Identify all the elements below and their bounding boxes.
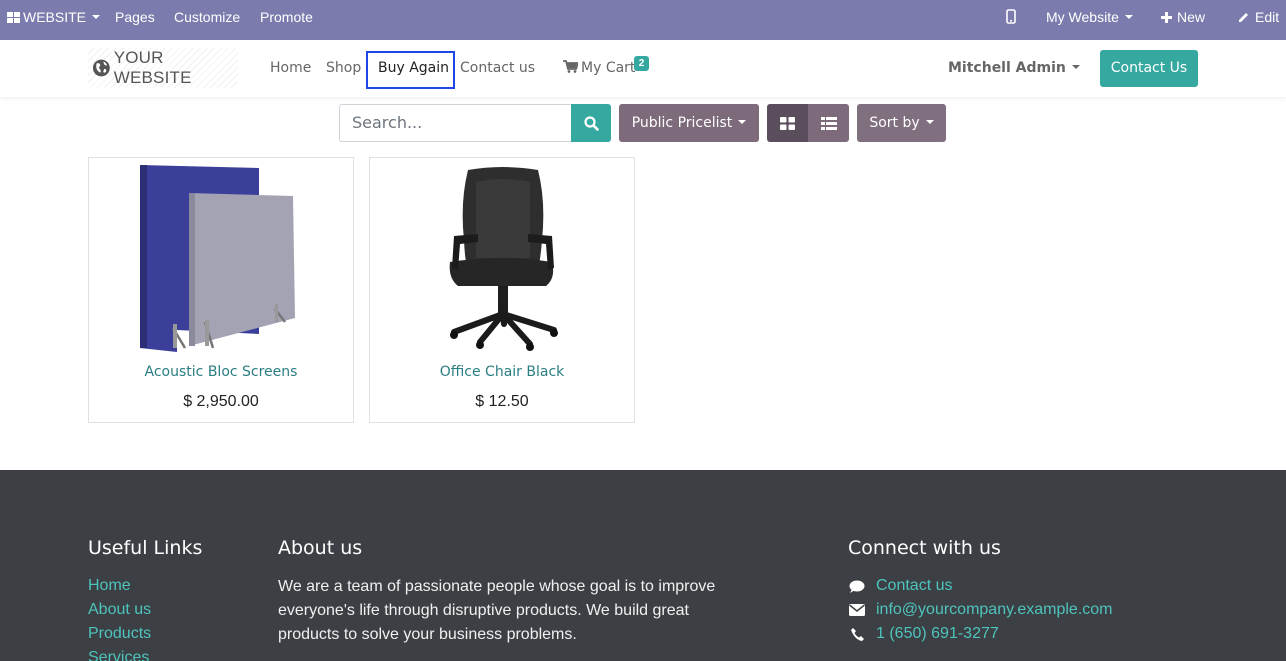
footer-link-products[interactable]: Products <box>88 625 151 643</box>
product-price: $ 12.50 <box>475 393 529 410</box>
nav-contact-us[interactable]: Contact us <box>460 40 535 97</box>
footer-link-services[interactable]: Services <box>88 649 149 661</box>
customize-menu[interactable]: Customize <box>174 0 240 40</box>
nav-home[interactable]: Home <box>270 40 311 97</box>
contact-us-button[interactable]: Contact Us <box>1100 50 1198 87</box>
website-switcher[interactable]: My Website <box>1046 0 1133 40</box>
admin-navbar: WEBSITE Pages Customize Promote My Websi… <box>0 0 1286 40</box>
product-card[interactable]: Office Chair Black $ 12.50 <box>369 157 635 423</box>
cart-count-badge: 2 <box>634 56 649 71</box>
chevron-down-icon <box>92 15 101 20</box>
product-card[interactable]: Acoustic Bloc Screens $ 2,950.00 <box>88 157 354 423</box>
phone-icon <box>848 627 866 641</box>
pencil-icon <box>1239 13 1248 22</box>
connect-phone-link[interactable]: 1 (650) 691-3277 <box>848 625 999 643</box>
edit-label: Edit <box>1255 9 1280 25</box>
new-content-button[interactable]: New <box>1161 0 1205 40</box>
pricelist-dropdown[interactable]: Public Pricelist <box>619 104 759 142</box>
mobile-phone-icon <box>1006 9 1016 24</box>
about-us-text: We are a team of passionate people whose… <box>278 578 716 643</box>
connect-title: Connect with us <box>848 537 1001 559</box>
connect-contact-label: Contact us <box>876 577 953 594</box>
search-button[interactable] <box>571 104 611 142</box>
footer-link-home[interactable]: Home <box>88 577 131 595</box>
product-image-office-chair <box>449 167 558 351</box>
user-menu[interactable]: Mitchell Admin <box>948 40 1080 97</box>
site-logo[interactable]: YOUR WEBSITE <box>88 48 238 88</box>
chevron-down-icon <box>925 120 934 124</box>
useful-links-title: Useful Links <box>88 537 203 559</box>
app-menu-label: WEBSITE <box>23 9 87 25</box>
user-name: Mitchell Admin <box>948 60 1066 76</box>
sort-by-label: Sort by <box>869 115 920 131</box>
product-image-acoustic-screens <box>140 165 295 352</box>
chevron-down-icon <box>1071 65 1080 69</box>
new-label: New <box>1177 9 1206 25</box>
list-view-icon <box>820 116 837 130</box>
connect-phone-label: 1 (650) 691-3277 <box>876 625 999 642</box>
grid-view-button[interactable] <box>767 104 808 142</box>
promote-menu[interactable]: Promote <box>260 0 313 40</box>
mobile-preview-button[interactable] <box>1006 0 1016 40</box>
app-menu-button[interactable]: WEBSITE <box>7 0 101 40</box>
globe-icon <box>92 59 110 77</box>
chevron-down-icon <box>1124 15 1133 20</box>
comment-icon <box>848 579 866 593</box>
product-price: $ 2,950.00 <box>183 393 259 410</box>
product-name[interactable]: Acoustic Bloc Screens <box>89 364 353 380</box>
site-footer: Useful Links Home About us Products Serv… <box>0 470 1286 661</box>
connect-email-link[interactable]: info@yourcompany.example.com <box>848 601 1113 619</box>
shopping-cart-icon <box>563 60 580 73</box>
cart-label: My Cart <box>581 60 636 76</box>
nav-my-cart[interactable]: My Cart <box>563 40 635 97</box>
footer-link-about-us[interactable]: About us <box>88 601 151 619</box>
grid-view-icon <box>780 116 795 130</box>
search-icon <box>583 115 599 131</box>
connect-email-label: info@yourcompany.example.com <box>876 601 1113 618</box>
pages-menu[interactable]: Pages <box>115 0 155 40</box>
site-header: YOUR WEBSITE Home Shop Buy Again Contact… <box>0 40 1286 97</box>
connect-contact-link[interactable]: Contact us <box>848 577 952 595</box>
logo-text: YOUR WEBSITE <box>113 48 192 87</box>
product-name[interactable]: Office Chair Black <box>370 364 634 380</box>
edit-button[interactable]: Edit <box>1238 0 1279 40</box>
chevron-down-icon <box>738 120 747 124</box>
pricelist-label: Public Pricelist <box>631 115 733 131</box>
plus-icon <box>1161 12 1172 23</box>
about-us-title: About us <box>278 537 363 559</box>
website-switcher-label: My Website <box>1046 9 1119 25</box>
search-input[interactable]: Search... <box>339 104 571 142</box>
apps-grid-icon <box>7 12 20 23</box>
list-view-button[interactable] <box>808 104 849 142</box>
nav-shop[interactable]: Shop <box>326 40 361 97</box>
nav-buy-again[interactable]: Buy Again <box>378 40 449 97</box>
sort-by-dropdown[interactable]: Sort by <box>857 104 946 142</box>
envelope-icon <box>848 603 866 617</box>
